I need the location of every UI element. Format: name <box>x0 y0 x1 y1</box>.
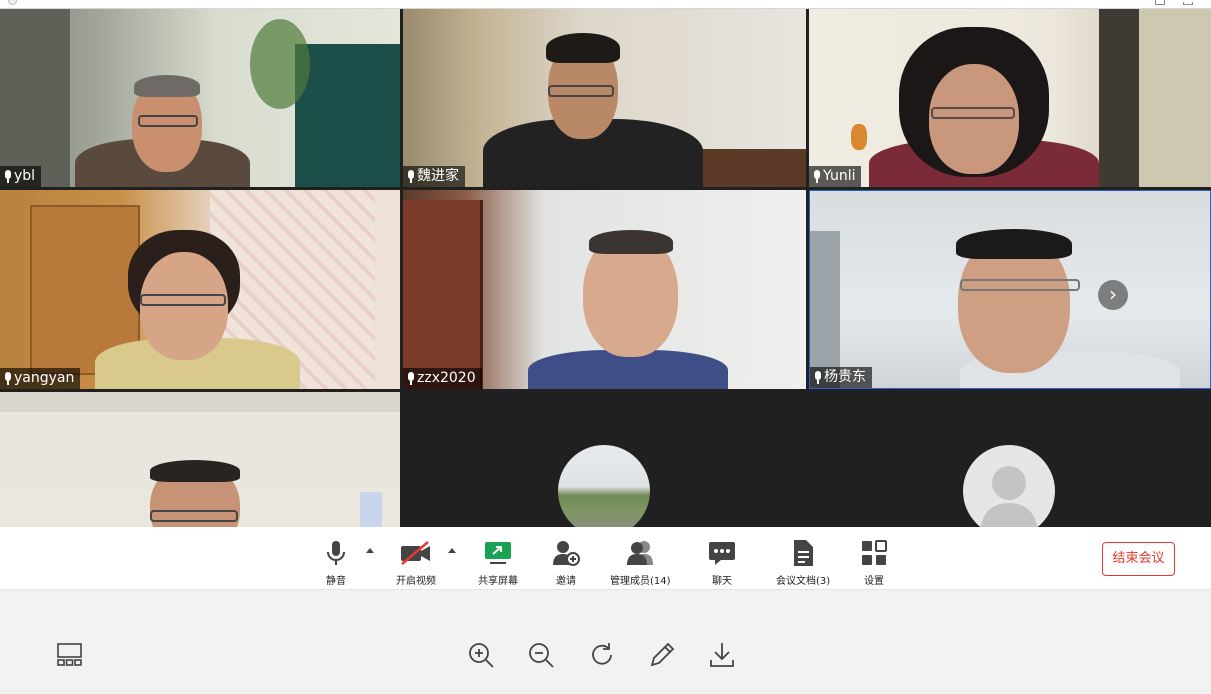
cabinet <box>403 200 483 389</box>
zoom-in-icon[interactable] <box>466 640 496 670</box>
window-icon <box>8 0 17 5</box>
thumbnail-layout-icon[interactable] <box>55 640 85 670</box>
participant-name: 杨贵东 <box>824 369 866 385</box>
glasses <box>138 115 198 127</box>
glasses <box>150 510 238 522</box>
microphone-icon <box>813 170 820 183</box>
ceiling <box>0 392 400 412</box>
zoom-out-icon[interactable] <box>526 640 556 670</box>
microphone-icon <box>322 539 350 567</box>
video-options-caret[interactable] <box>448 548 456 553</box>
meeting-window: ybl 魏进家 Yunli yangyan zzx2020 杨贵东 › 静音 开… <box>0 0 1211 694</box>
settings-button[interactable]: 设置 <box>860 539 888 587</box>
document-icon <box>789 539 817 567</box>
glasses <box>548 85 614 97</box>
window-titlebar <box>0 0 1211 9</box>
name-tag: zzx2020 <box>403 368 482 389</box>
video-tile-yangyan[interactable]: yangyan <box>0 190 400 389</box>
invite-button[interactable]: 邀请 <box>552 539 580 587</box>
video-grid: ybl 魏进家 Yunli yangyan zzx2020 杨贵东 › <box>0 9 1211 527</box>
participant-name: Yunli <box>823 168 856 184</box>
video-tile-9[interactable] <box>809 392 1211 527</box>
person-hair <box>589 230 673 254</box>
chevron-right-icon[interactable]: › <box>1098 280 1128 310</box>
rotate-icon[interactable] <box>587 640 617 670</box>
download-icon[interactable] <box>707 640 737 670</box>
microphone-icon <box>814 371 821 384</box>
person-head <box>140 252 228 360</box>
settings-grid-icon <box>860 539 888 567</box>
door <box>1099 9 1139 187</box>
plant <box>250 19 310 109</box>
start-video-button[interactable]: 开启视频 <box>396 539 436 587</box>
chair <box>295 44 400 187</box>
user-silhouette-icon <box>980 466 1038 527</box>
members-icon <box>626 539 654 567</box>
video-tile-yunli[interactable]: Yunli <box>809 9 1211 187</box>
meeting-docs-button[interactable]: 会议文档(3) <box>776 539 830 587</box>
bookshelf <box>0 9 70 187</box>
add-user-icon <box>552 539 580 567</box>
glasses <box>140 294 226 306</box>
video-tile-7[interactable] <box>0 392 400 527</box>
video-off-icon <box>399 539 433 567</box>
person-hair <box>546 33 620 63</box>
video-tile-zzx2020[interactable]: zzx2020 <box>403 190 806 389</box>
microphone-icon <box>407 170 414 183</box>
end-meeting-button[interactable]: 结束会议 <box>1102 542 1175 576</box>
doorframe <box>810 231 840 388</box>
participant-name: 魏进家 <box>417 168 459 184</box>
participant-name: zzx2020 <box>417 370 476 386</box>
video-tile-wei[interactable]: 魏进家 <box>403 9 806 187</box>
chat-icon <box>708 539 736 567</box>
meeting-toolbar: 静音 开启视频 共享屏幕 邀请 管理成员(14) 聊天 会议文档(3) 设置 结… <box>0 527 1211 590</box>
glasses <box>960 279 1080 291</box>
chat-button[interactable]: 聊天 <box>708 539 736 587</box>
video-tile-yang[interactable]: 杨贵东 <box>809 190 1211 389</box>
mute-options-caret[interactable] <box>366 548 374 553</box>
name-tag: 魏进家 <box>403 166 465 187</box>
viewer-toolbar <box>0 590 1211 694</box>
microphone-icon <box>4 372 11 385</box>
share-screen-icon <box>484 539 512 567</box>
video-tile-8[interactable] <box>403 392 806 527</box>
figurine <box>851 124 867 150</box>
participant-name: yangyan <box>14 370 75 386</box>
person-hair <box>956 229 1072 259</box>
manage-members-button[interactable]: 管理成员(14) <box>610 539 671 587</box>
microphone-icon <box>407 372 414 385</box>
participant-name: ybl <box>14 168 36 184</box>
poster <box>360 492 382 527</box>
mute-button[interactable]: 静音 <box>322 539 350 587</box>
avatar <box>963 445 1055 527</box>
name-tag: Yunli <box>809 166 862 187</box>
name-tag: ybl <box>0 166 42 187</box>
person-head <box>929 64 1019 174</box>
name-tag: yangyan <box>0 368 81 389</box>
microphone-icon <box>4 170 11 183</box>
video-tile-ybl[interactable]: ybl <box>0 9 400 187</box>
person-hair <box>134 75 200 97</box>
person-hair <box>150 460 240 482</box>
fullscreen-icon[interactable] <box>1183 0 1193 5</box>
avatar <box>558 445 650 527</box>
maximize-icon[interactable] <box>1155 0 1165 5</box>
curtain <box>1139 9 1211 187</box>
share-screen-button[interactable]: 共享屏幕 <box>478 539 518 587</box>
name-tag: 杨贵东 <box>810 367 872 388</box>
glasses <box>931 107 1015 119</box>
pencil-icon[interactable] <box>647 640 677 670</box>
